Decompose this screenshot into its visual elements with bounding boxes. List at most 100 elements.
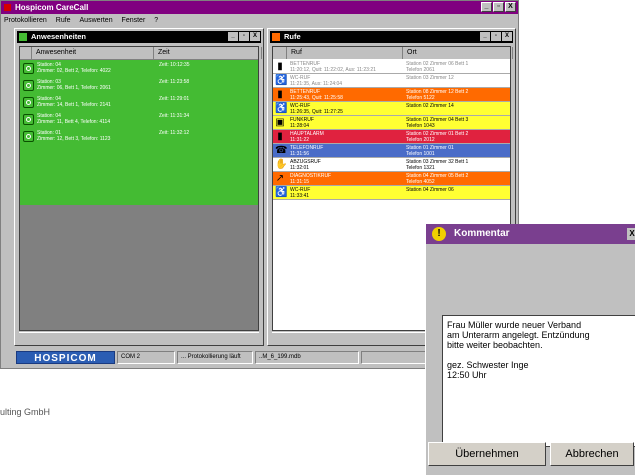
ruf-times: 11:28:04 [290,123,310,129]
dialog-title: Kommentar [454,228,510,239]
row-line2: Zimmer: 11, Bett 4, Telefon: 4114 [37,119,111,125]
row-time: Zeit: 11:23:58 [159,79,190,85]
column-ruf[interactable]: Ruf [287,47,403,59]
row-time: Zeit: 10:12:35 [159,62,190,68]
row-line2: Zimmer: 14, Bett 1, Telefon: 2141 [37,102,111,108]
child-restore-button[interactable]: ▫ [491,32,501,41]
app-title: Hospicom CareCall [15,3,89,12]
menu-fenster[interactable]: Fenster [122,17,146,24]
presence-icon [23,80,34,91]
menu-rufe[interactable]: Rufe [56,17,71,24]
presence-icon [23,63,34,74]
anwesenheiten-title: Anwesenheiten [31,32,87,41]
ruf-phone: Telefon 4052 [406,179,435,185]
close-icon[interactable]: X [627,228,635,240]
ruf-location: Station 03 Zimmer 12 [406,75,454,81]
table-row[interactable]: Station: 04 Zimmer: 11, Bett 4, Telefon: … [20,111,258,128]
list-item[interactable]: ▮ BETTENRUF 11:20:12, Quit: 11:22:02, Aus:… [273,60,510,74]
list-item[interactable]: ✋ ABZUGSRUF 11:32:01 Station 03 Zimmer 32 B… [273,158,510,172]
footer-text: ulting GmbH [0,407,51,417]
row-line2: Zimmer: 12, Bett 3, Telefon: 1123 [37,136,111,142]
menu-auswerten[interactable]: Auswerten [80,17,113,24]
child-close-button[interactable]: X [502,32,512,41]
child-minimize-button[interactable]: _ [480,32,490,41]
anwesenheiten-header: Anwesenheit Zeit [20,47,262,59]
comment-textarea[interactable]: Frau Müller wurde neuer Verband am Unter… [442,315,635,447]
list-item[interactable]: ♿ WC-RUF 11:21:35, Aus: 11:24:04 Station 03… [273,74,510,88]
call-icon [272,33,280,41]
list-fill [20,145,258,205]
alarm-icon: ▮ [277,131,283,142]
ruf-times: 11:31:15 [290,179,310,185]
list-item[interactable]: ▮ BETTENRUF 11:25:43, Quit: 11:25:58 Statio… [273,88,510,102]
table-row[interactable]: Station: 01 Zimmer: 12, Bett 3, Telefon: … [20,128,258,145]
ubernehmen-button[interactable]: Übernehmen [428,442,546,466]
child-restore-button[interactable]: ▫ [239,32,249,41]
ruf-phone: Telefon 1321 [406,165,435,171]
column-zeit[interactable]: Zeit [154,47,262,59]
list-item[interactable]: ▮ HAUPTALARM 11:31:22 Station 02 Zimmer 01 … [273,130,510,144]
list-item[interactable]: ↗ DIAGNOSTIKRUF 11:31:15 Station 04 Zimmer … [273,172,510,186]
anwesenheiten-titlebar[interactable]: Anwesenheiten _ ▫ X [17,31,261,43]
anwesenheiten-scrollbar[interactable] [19,332,259,343]
menubar: Protokollieren Rufe Auswerten Fenster ? [1,15,518,26]
ruf-location: Station 02 Zimmer 14 [406,103,454,109]
dialog-titlebar[interactable]: ! Kommentar X [426,224,635,244]
abbrechen-button[interactable]: Abbrechen [550,442,634,466]
toilet-icon: ♿ [275,187,288,198]
table-row[interactable]: Station: 04 Zimmer: 14, Bett 1, Telefon: … [20,94,258,111]
list-item[interactable]: ♿ WC-RUF 11:26:35, Quit: 11:27:25 Station 0… [273,102,510,116]
bed-icon: ▮ [277,89,283,100]
ruf-phone: Telefon 1001 [406,151,435,157]
ruf-location: Station 04 Zimmer 06 [406,187,454,193]
rufe-titlebar[interactable]: Rufe _ ▫ X [270,31,513,43]
list-item[interactable]: ▣ FUNKRUF 11:28:04 Station 01 Zimmer 04 Bet… [273,116,510,130]
ruf-times: 11:31:22 [290,137,310,143]
ruf-phone: Telefon 2061 [406,67,435,73]
child-minimize-button[interactable]: _ [228,32,238,41]
row-time: Zeit: 11:31:34 [159,113,190,119]
rufe-title: Rufe [284,32,301,41]
row-line2: Zimmer: 06, Bett 1, Telefon: 2061 [37,85,111,91]
presence-icon [23,114,34,125]
presence-icon [23,131,34,142]
maximize-button[interactable]: ▫ [493,2,504,12]
column-anwesenheit[interactable]: Anwesenheit [32,47,154,59]
column-ort[interactable]: Ort [403,47,513,59]
ruf-times: 11:25:43, Quit: 11:25:58 [290,95,343,101]
hospicom-logo: HOSPICOM [16,351,115,364]
ruf-phone: Telefon 5122 [406,95,435,101]
status-database: ..M_6_199.mdb [255,351,359,364]
menu-help[interactable]: ? [154,17,158,24]
hand-icon: ✋ [275,159,288,170]
presence-icon [23,97,34,108]
toilet-icon: ♿ [275,75,288,86]
phone-icon: ☎ [275,145,288,156]
minimize-button[interactable]: _ [481,2,492,12]
table-row[interactable]: Station: 03 Zimmer: 06, Bett 1, Telefon: … [20,77,258,94]
toilet-icon: ♿ [275,103,288,114]
list-item[interactable]: ☎ TELEFONRUF 11:31:56 Station 01 Zimmer 01 T… [273,144,510,158]
child-close-button[interactable]: X [250,32,260,41]
ruf-times: 11:21:35, Aus: 11:24:04 [290,81,343,87]
ruf-phone: Telefon 2012 [406,137,435,143]
anwesenheiten-window: Anwesenheiten _ ▫ X Anwesenheit Zeit Sta… [14,28,264,346]
status-port: COM 2 [117,351,175,364]
ruf-phone: Telefon 1043 [406,123,435,129]
list-item[interactable]: ♿ WC-RUF 11:33:41 Station 04 Zimmer 06 [273,186,510,200]
table-row[interactable]: Station: 04 Zimmer: 02, Bett 2, Telefon: … [20,60,258,77]
app-icon [4,4,11,11]
radio-icon: ▣ [275,117,285,128]
row-line2: Zimmer: 02, Bett 2, Telefon: 4022 [37,68,111,74]
close-button[interactable]: X [505,2,516,12]
menu-protokollieren[interactable]: Protokollieren [4,17,47,24]
warning-icon: ! [432,227,446,241]
row-time: Zeit: 11:32:12 [159,130,190,136]
chart-icon: ↗ [275,173,285,184]
ruf-times: 11:32:01 [290,165,310,171]
ruf-times: 11:31:56 [290,151,310,157]
main-titlebar[interactable]: Hospicom CareCall _ ▫ X [1,1,518,14]
kommentar-dialog: ! Kommentar X Frau Müller wurde neuer Ve… [425,224,635,475]
status-logging: ... Protokollierung läuft [177,351,253,364]
rufe-header: Ruf Ort [273,47,513,59]
